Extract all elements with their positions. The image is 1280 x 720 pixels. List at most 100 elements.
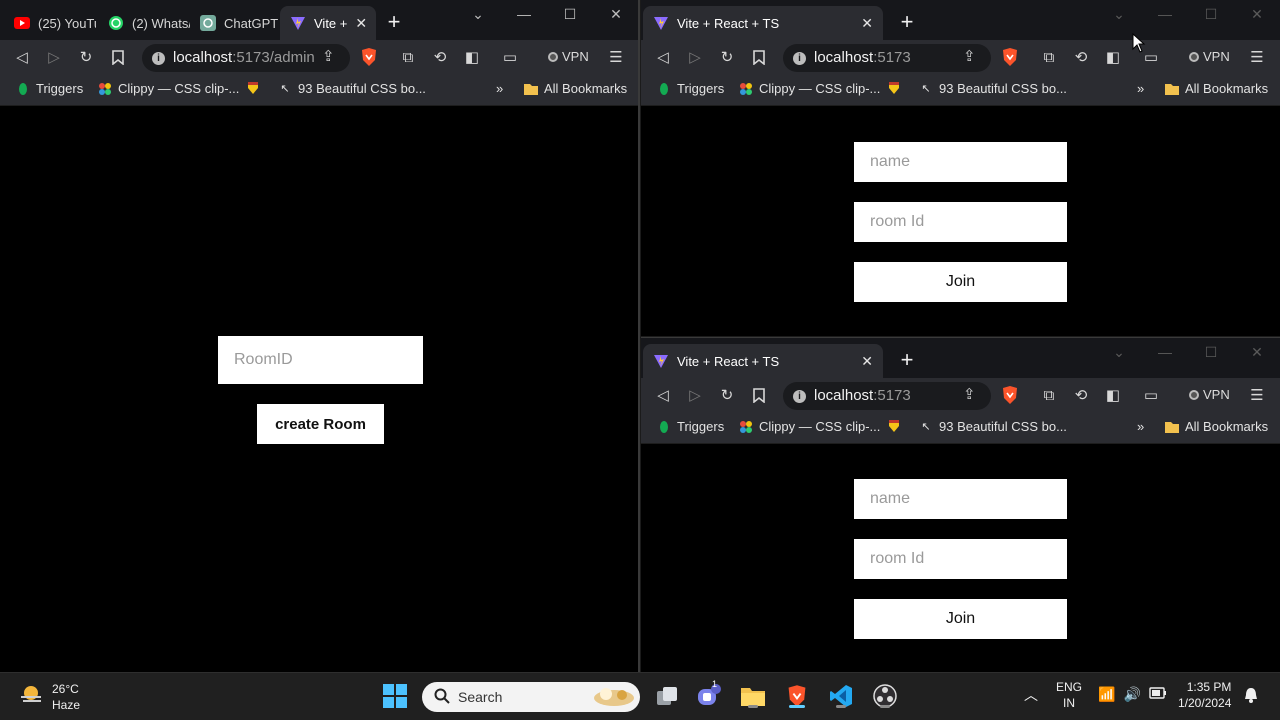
name-input[interactable]	[854, 142, 1067, 182]
forward-icon[interactable]: ▷	[685, 47, 705, 67]
reload-icon[interactable]: ↻	[76, 47, 96, 67]
bookmarks-overflow-icon[interactable]: »	[496, 81, 503, 96]
extensions-icon[interactable]: ⧉	[1039, 385, 1059, 405]
bookmark-icon[interactable]	[749, 47, 769, 67]
tab-whatsapp[interactable]: (2) Whats/	[98, 6, 190, 40]
taskbar-search[interactable]: Search	[422, 682, 640, 712]
maximize-icon[interactable]: ☐	[1201, 6, 1221, 23]
tab-search-chevron-icon[interactable]: ⌄	[1109, 344, 1129, 361]
brave-shields-icon[interactable]	[1001, 385, 1019, 405]
brave-shields-icon[interactable]	[1001, 47, 1019, 67]
tab-vite[interactable]: Vite + ✕	[280, 6, 376, 40]
brave-shields-icon[interactable]	[360, 47, 378, 67]
join-button[interactable]: Join	[854, 599, 1067, 639]
close-window-icon[interactable]: ✕	[1247, 6, 1267, 23]
address-bar[interactable]: i localhost:5173	[783, 382, 991, 410]
join-button[interactable]: Join	[854, 262, 1067, 302]
vpn-button[interactable]: VPN	[548, 49, 589, 64]
close-tab-icon[interactable]: ✕	[861, 353, 873, 370]
notifications-bell-icon[interactable]	[1244, 687, 1258, 707]
minimize-icon[interactable]: —	[1155, 6, 1175, 22]
teams-button[interactable]: 1	[694, 679, 724, 711]
all-bookmarks[interactable]: All Bookmarks	[1165, 419, 1268, 434]
minimize-icon[interactable]: —	[514, 6, 534, 22]
back-icon[interactable]: ◁	[653, 385, 673, 405]
forward-icon[interactable]: ▷	[685, 385, 705, 405]
extensions-icon[interactable]: ⧉	[398, 47, 418, 67]
reload-icon[interactable]: ↻	[717, 385, 737, 405]
site-info-icon[interactable]: i	[793, 389, 806, 403]
obs-button[interactable]	[870, 681, 900, 711]
vpn-button[interactable]: VPN	[1189, 387, 1230, 402]
vpn-button[interactable]: VPN	[1189, 49, 1230, 64]
system-tray-icons[interactable]: 📶 🔊	[1098, 686, 1167, 702]
new-tab-button[interactable]: +	[894, 10, 920, 36]
site-info-icon[interactable]: i	[152, 51, 165, 65]
bookmark-css-borders[interactable]: ↖ 93 Beautiful CSS bo...	[919, 81, 1067, 96]
bookmark-css-borders[interactable]: ↖ 93 Beautiful CSS bo...	[278, 81, 426, 96]
tray-overflow-icon[interactable]: ︿	[1024, 687, 1038, 703]
bookmark-triggers[interactable]: Triggers	[657, 81, 724, 96]
sidebar-icon[interactable]: ◧	[462, 47, 482, 67]
bookmarks-overflow-icon[interactable]: »	[1137, 81, 1144, 96]
share-icon[interactable]: ⇪	[322, 47, 335, 65]
bookmark-icon[interactable]	[108, 47, 128, 67]
room-id-input[interactable]	[854, 539, 1067, 579]
sidebar-icon[interactable]: ◧	[1103, 47, 1123, 67]
bookmark-shield[interactable]	[887, 419, 901, 433]
leo-icon[interactable]: ⟲	[1071, 47, 1091, 67]
minimize-icon[interactable]: —	[1155, 344, 1175, 360]
language-indicator[interactable]: ENG IN	[1056, 679, 1082, 711]
bookmark-clippy[interactable]: Clippy — CSS clip-...	[98, 81, 239, 96]
back-icon[interactable]: ◁	[12, 47, 32, 67]
brave-taskbar-button[interactable]	[782, 681, 812, 711]
menu-icon[interactable]: ☰	[606, 47, 626, 67]
tab-vite[interactable]: Vite + React + TS ✕	[643, 344, 883, 378]
bookmark-icon[interactable]	[749, 385, 769, 405]
new-tab-button[interactable]: +	[381, 10, 407, 36]
close-window-icon[interactable]: ✕	[606, 6, 626, 23]
room-id-input[interactable]	[218, 336, 423, 384]
leo-icon[interactable]: ⟲	[1071, 385, 1091, 405]
extensions-icon[interactable]: ⧉	[1039, 47, 1059, 67]
reload-icon[interactable]: ↻	[717, 47, 737, 67]
wallet-icon[interactable]: ▭	[1141, 385, 1161, 405]
room-id-input[interactable]	[854, 202, 1067, 242]
tab-vite[interactable]: Vite + React + TS ✕	[643, 6, 883, 40]
tab-chatgpt[interactable]: ChatGPT	[190, 6, 282, 40]
weather-widget[interactable]: 26°C Haze	[18, 681, 80, 713]
tab-youtube[interactable]: (25) YouTu	[4, 6, 96, 40]
bookmark-clippy[interactable]: Clippy — CSS clip-...	[739, 419, 880, 434]
forward-icon[interactable]: ▷	[44, 47, 64, 67]
wallet-icon[interactable]: ▭	[500, 47, 520, 67]
back-icon[interactable]: ◁	[653, 47, 673, 67]
address-bar[interactable]: i localhost:5173/admin	[142, 44, 350, 72]
menu-icon[interactable]: ☰	[1247, 385, 1267, 405]
bookmark-css-borders[interactable]: ↖ 93 Beautiful CSS bo...	[919, 419, 1067, 434]
menu-icon[interactable]: ☰	[1247, 47, 1267, 67]
start-button[interactable]	[380, 681, 410, 711]
tab-search-chevron-icon[interactable]: ⌄	[468, 6, 488, 23]
file-explorer-button[interactable]	[738, 681, 768, 711]
task-view-button[interactable]	[652, 681, 682, 711]
site-info-icon[interactable]: i	[793, 51, 806, 65]
tab-search-chevron-icon[interactable]: ⌄	[1109, 6, 1129, 23]
leo-icon[interactable]: ⟲	[430, 47, 450, 67]
clock[interactable]: 1:35 PM 1/20/2024	[1178, 679, 1231, 711]
vscode-button[interactable]	[826, 681, 856, 711]
bookmark-triggers[interactable]: Triggers	[657, 419, 724, 434]
name-input[interactable]	[854, 479, 1067, 519]
bookmark-shield[interactable]	[887, 81, 901, 95]
bookmark-shield[interactable]	[246, 81, 260, 95]
close-tab-icon[interactable]: ✕	[355, 15, 367, 32]
maximize-icon[interactable]: ☐	[560, 6, 580, 23]
bookmarks-overflow-icon[interactable]: »	[1137, 419, 1144, 434]
maximize-icon[interactable]: ☐	[1201, 344, 1221, 361]
create-room-button[interactable]: create Room	[257, 404, 384, 444]
close-window-icon[interactable]: ✕	[1247, 344, 1267, 361]
bookmark-clippy[interactable]: Clippy — CSS clip-...	[739, 81, 880, 96]
new-tab-button[interactable]: +	[894, 348, 920, 374]
sidebar-icon[interactable]: ◧	[1103, 385, 1123, 405]
share-icon[interactable]: ⇪	[963, 385, 976, 403]
close-tab-icon[interactable]: ✕	[861, 15, 873, 32]
